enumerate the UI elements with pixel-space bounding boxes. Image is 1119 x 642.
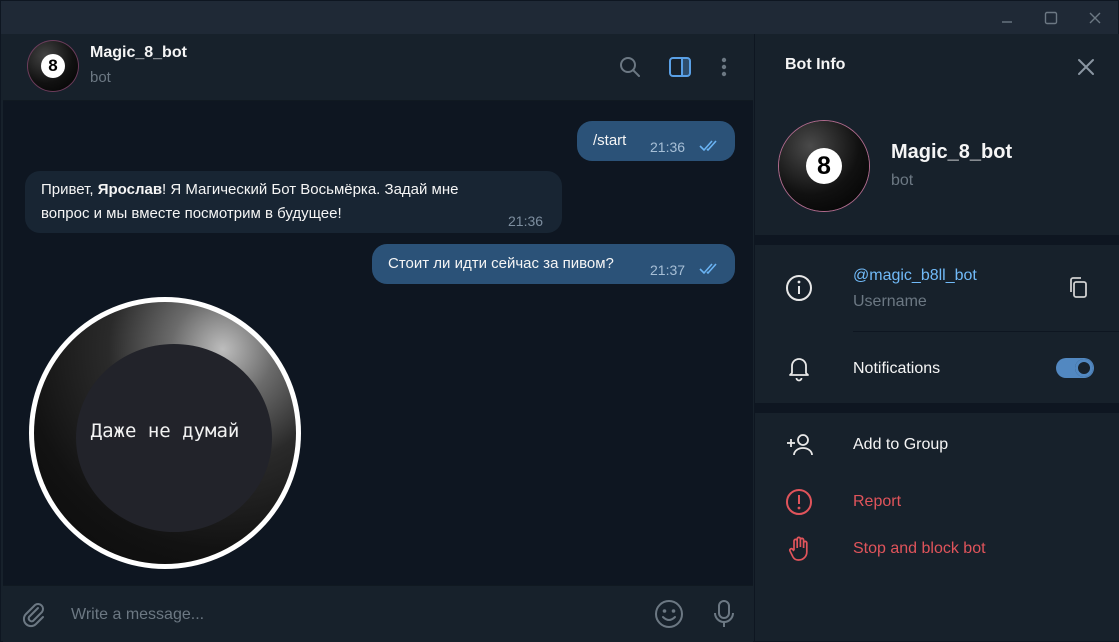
message-text: Стоит ли идти сейчас за пивом? bbox=[388, 255, 614, 272]
chat-header: 8 Magic_8_bot bot bbox=[3, 34, 753, 101]
minimize-icon bbox=[1002, 20, 1012, 23]
message-text-line2: вопрос и мы вместе посмотрим в будущее! bbox=[41, 205, 342, 222]
message-text-prefix: Привет, bbox=[41, 181, 98, 198]
avatar-glyph: 8 bbox=[806, 148, 842, 184]
message-composer bbox=[3, 585, 753, 642]
chat-area: 8 Magic_8_bot bot /start 21:36 Привет, Я… bbox=[3, 34, 753, 642]
message-text: Привет, Ярослав! Я Магический Бот Восьмё… bbox=[41, 178, 561, 226]
toggle-info-panel-button[interactable] bbox=[667, 54, 693, 80]
window-close-button[interactable] bbox=[1072, 1, 1118, 34]
microphone-icon bbox=[714, 600, 734, 627]
hand-stop-icon bbox=[785, 535, 813, 563]
section-divider bbox=[755, 403, 1119, 413]
search-button[interactable] bbox=[617, 54, 643, 80]
close-icon bbox=[1078, 59, 1094, 75]
info-icon bbox=[785, 274, 813, 302]
bell-icon bbox=[785, 354, 813, 382]
report-icon bbox=[785, 488, 813, 516]
chat-title[interactable]: Magic_8_bot bbox=[90, 44, 187, 62]
message-text: /start bbox=[593, 132, 627, 149]
add-user-icon bbox=[785, 431, 813, 459]
attach-button[interactable] bbox=[19, 600, 47, 633]
message-time: 21:37 bbox=[650, 262, 686, 278]
message-time: 21:36 bbox=[650, 139, 686, 155]
section-divider bbox=[755, 235, 1119, 245]
bot-subtitle: bot bbox=[891, 172, 914, 189]
double-check-icon bbox=[699, 263, 717, 275]
message-bubble-outgoing[interactable]: /start 21:36 bbox=[577, 121, 735, 161]
message-time: 21:36 bbox=[508, 213, 544, 229]
minimize-button[interactable] bbox=[984, 1, 1030, 34]
chat-subtitle: bot bbox=[90, 69, 111, 86]
copy-username-button[interactable] bbox=[1065, 274, 1093, 302]
add-to-group-button[interactable]: Add to Group bbox=[853, 436, 948, 454]
attach-icon bbox=[22, 603, 44, 628]
more-vertical-icon bbox=[721, 57, 727, 77]
username-label: Username bbox=[853, 293, 927, 310]
double-check-icon bbox=[699, 140, 717, 152]
notifications-toggle[interactable] bbox=[1056, 358, 1094, 378]
report-button[interactable]: Report bbox=[853, 493, 901, 511]
row-divider bbox=[853, 331, 1119, 332]
notifications-label: Notifications bbox=[853, 360, 941, 377]
message-input[interactable] bbox=[69, 600, 633, 630]
toggle-knob bbox=[1075, 359, 1093, 377]
bot-username[interactable]: @magic_b8ll_bot bbox=[853, 267, 977, 285]
maximize-button[interactable] bbox=[1028, 1, 1074, 34]
maximize-icon bbox=[1044, 11, 1058, 24]
message-text-rest: ! Я Магический Бот Восьмёрка. Задай мне bbox=[162, 181, 459, 198]
message-bubble-incoming[interactable]: Привет, Ярослав! Я Магический Бот Восьмё… bbox=[25, 171, 562, 233]
message-text-bold: Ярослав bbox=[97, 181, 163, 198]
bot-avatar[interactable]: 8 bbox=[779, 121, 869, 211]
message-bubble-outgoing[interactable]: Стоит ли идти сейчас за пивом? 21:37 bbox=[372, 244, 735, 284]
copy-icon bbox=[1070, 277, 1087, 298]
magic-ball-answer: Даже не думай bbox=[90, 420, 240, 442]
emoji-button[interactable] bbox=[654, 599, 684, 634]
close-panel-button[interactable] bbox=[1071, 52, 1101, 82]
message-list: /start 21:36 Привет, Ярослав! Я Магическ… bbox=[3, 100, 753, 585]
more-menu-button[interactable] bbox=[711, 54, 737, 80]
magic-ball-sticker[interactable]: Даже не думай bbox=[29, 297, 301, 569]
search-icon bbox=[620, 57, 640, 77]
voice-record-button[interactable] bbox=[712, 599, 736, 634]
emoji-icon bbox=[655, 600, 683, 628]
bot-info-panel: Bot Info 8 Magic_8_bot bot @magic_b8ll_b… bbox=[754, 34, 1119, 641]
bot-name: Magic_8_bot bbox=[891, 141, 1013, 163]
panel-title: Bot Info bbox=[785, 56, 846, 73]
close-icon bbox=[1089, 12, 1101, 23]
title-bar bbox=[1, 1, 1118, 34]
avatar-glyph: 8 bbox=[41, 54, 65, 78]
sidebar-panel-icon bbox=[669, 57, 691, 77]
avatar[interactable]: 8 bbox=[27, 40, 79, 92]
stop-and-block-button[interactable]: Stop and block bot bbox=[853, 540, 986, 558]
app-window: 8 Magic_8_bot bot /start 21:36 Привет, Я… bbox=[0, 0, 1119, 642]
